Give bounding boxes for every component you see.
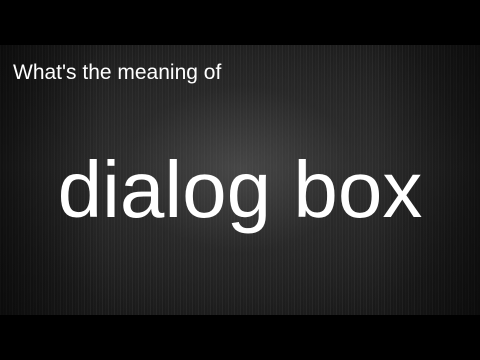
video-frame: What's the meaning of dialog box [0,0,480,360]
subtitle-text: What's the meaning of [13,61,222,84]
brushed-metal-background: What's the meaning of dialog box [0,45,480,315]
headline-term: dialog box [57,145,423,234]
